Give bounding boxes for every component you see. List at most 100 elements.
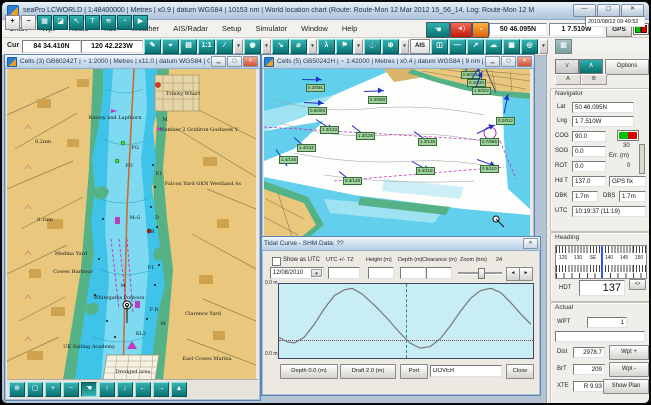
chart-nav-button[interactable]: +	[45, 382, 61, 397]
toolbar-button[interactable]: ⚓	[364, 39, 381, 54]
panel-expand-button[interactable]: ∧	[579, 59, 603, 74]
time-popup-button[interactable]: −	[21, 15, 36, 30]
toolbar-button[interactable]: ▾	[234, 39, 243, 54]
chart-maximize-button[interactable]: ▢	[227, 56, 242, 67]
toolbar-button[interactable]: ◎	[521, 39, 538, 54]
tide-prev-button[interactable]: ◄	[506, 267, 520, 281]
chart-canvas-portsmouth[interactable]: 0.3/091 0.4/088 0.6/093 1.3/123	[264, 69, 530, 243]
chart-canvas-cowes[interactable]: Trinity WharfRatsey and LapthornMNumber …	[7, 69, 256, 380]
tab-a[interactable]: A	[555, 74, 581, 85]
tidal-curve-title-bar[interactable]: Tidal Curve - SHM Data: ?? ✕	[262, 237, 540, 251]
panel-collapse-button[interactable]: ∨	[555, 59, 579, 74]
show-as-utc-checkbox[interactable]	[272, 257, 281, 266]
chart-label: F1	[148, 265, 155, 271]
chart-nav-button[interactable]: −	[63, 382, 79, 397]
port-button[interactable]: Port	[400, 364, 428, 379]
wpt-name-field[interactable]	[555, 331, 645, 342]
toolbar-button[interactable]: ▾	[308, 39, 317, 54]
chart-nav-button[interactable]: ▢	[27, 382, 43, 397]
chart-window-title-bar[interactable]: Cells (3) GB60242T | ~ 1:2000 | Metres |…	[5, 55, 260, 69]
tide-column-field[interactable]	[426, 267, 452, 279]
pan-mode-button[interactable]: ☚	[426, 22, 450, 38]
chart-nav-button[interactable]: ☚	[81, 382, 97, 397]
tide-column-field[interactable]	[328, 267, 360, 279]
chart-maximize-button[interactable]: ▢	[501, 56, 516, 67]
tide-column-label: UTC +/- TZ	[326, 257, 354, 263]
chevron-down-icon[interactable]: ▾	[311, 269, 322, 277]
toolbar-button[interactable]: ▾	[539, 39, 548, 54]
toolbar-button[interactable]: ∕	[216, 39, 233, 54]
chart-minimize-button[interactable]: ▁	[211, 56, 226, 67]
chart-close-button[interactable]: ✕	[517, 56, 532, 67]
menu-item[interactable]: Setup	[215, 24, 249, 33]
menu-item[interactable]: Help	[335, 24, 364, 33]
wpt-plus-button[interactable]: Wpt +	[609, 345, 649, 360]
time-popup-button[interactable]: T	[85, 15, 100, 30]
tide-column-field[interactable]	[368, 267, 394, 279]
menu-item[interactable]: Window	[294, 24, 335, 33]
port-name-input[interactable]	[430, 365, 502, 377]
toolbar-button[interactable]: ◉	[244, 39, 261, 54]
chart-nav-button[interactable]: →	[153, 382, 169, 397]
tidal-curve-close-button[interactable]: ✕	[523, 238, 538, 249]
tide-close-button[interactable]: Close	[506, 364, 534, 379]
chart-nav-button[interactable]: ⊕	[9, 382, 25, 397]
toolbar-button[interactable]: ▦	[555, 39, 572, 54]
time-popup-button[interactable]: ▦	[37, 15, 52, 30]
datetime-field[interactable]: 2010/08/12 09:49:52	[585, 16, 645, 27]
toolbar-button[interactable]: ▾	[354, 39, 363, 54]
toolbar-button[interactable]: ⚑	[336, 39, 353, 54]
slider-thumb[interactable]	[478, 268, 485, 279]
show-plan-button[interactable]: Show Plan	[603, 379, 649, 394]
toolbar-button[interactable]: —	[449, 39, 466, 54]
chart-nav-button[interactable]: ▲	[171, 382, 187, 397]
chart-nav-button[interactable]: ←	[135, 382, 151, 397]
chart-label: Number 2 Gridiron Goshawk Y	[160, 127, 238, 133]
toolbar-button[interactable]: AIS	[410, 39, 430, 54]
tide-next-button[interactable]: ►	[519, 267, 533, 281]
time-popup-button[interactable]: ↖	[69, 15, 84, 30]
toolbar-button[interactable]: ◫	[431, 39, 448, 54]
chart-nav-button[interactable]: ↓	[117, 382, 133, 397]
chart-window-title-bar[interactable]: Cells (5) GB50242H | ~ 1:42000 | Metres …	[262, 55, 534, 69]
toolbar-button[interactable]: ⌖	[162, 39, 179, 54]
options-button[interactable]: Options	[605, 59, 649, 75]
depth-button[interactable]: Depth 0.0 (m)	[280, 364, 338, 379]
time-popup-button[interactable]: +	[5, 15, 20, 30]
chart-window-icon	[7, 57, 17, 67]
toolbar-button[interactable]: λ	[318, 39, 335, 54]
seapro-main-window: seaPro LCWORLD | 1:48400000 | Metres | x…	[0, 0, 651, 405]
mute-alarm-button[interactable]: ◄)	[450, 22, 472, 38]
time-popup-button[interactable]: ◔	[117, 15, 132, 30]
toolbar-button[interactable]: ↗	[467, 39, 484, 54]
menu-item[interactable]: Simulator	[248, 24, 294, 33]
tide-date-select[interactable]: 12/08/2010 ▾	[270, 267, 324, 279]
toolbar-button[interactable]: ⊕	[382, 39, 399, 54]
tidal-curve-window: Tidal Curve - SHM Data: ?? ✕ Show as UTC…	[261, 236, 541, 396]
draft-button[interactable]: Draft 2.0 (m)	[340, 364, 396, 379]
tide-zoom-slider[interactable]	[458, 268, 502, 277]
chart-nav-button[interactable]: ↑	[99, 382, 115, 397]
time-popup-button[interactable]: ≋	[101, 15, 116, 30]
toolbar-button[interactable]: 1:1	[198, 39, 215, 54]
toolbar-button[interactable]: ☁	[485, 39, 502, 54]
toolbar-button[interactable]: ✎	[144, 39, 161, 54]
toolbar-button[interactable]: ▤	[180, 39, 197, 54]
chart-minimize-button[interactable]: ▁	[485, 56, 500, 67]
time-popup-button[interactable]: ◪	[53, 15, 68, 30]
menu-item[interactable]: AIS/Radar	[166, 24, 215, 33]
alarm-status-button[interactable]: ◔	[472, 22, 489, 38]
tab-b[interactable]: B	[581, 74, 607, 85]
chart-label: Dredged area	[116, 369, 151, 375]
wpt-minus-button[interactable]: Wpt -	[609, 362, 649, 377]
chart-close-button[interactable]: ✕	[243, 56, 258, 67]
toolbar-button[interactable]: ↘	[272, 39, 289, 54]
toolbar-button[interactable]: ▾	[400, 39, 409, 54]
tide-column-field[interactable]	[400, 267, 426, 279]
heading-adjust-button[interactable]: <>	[629, 279, 646, 290]
toolbar-button[interactable]: ⌀	[290, 39, 307, 54]
cursor-position-label: Cur	[7, 42, 19, 49]
toolbar-button[interactable]: ▾	[262, 39, 271, 54]
time-popup-button[interactable]: ▶	[133, 15, 148, 30]
toolbar-button[interactable]: ▣	[503, 39, 520, 54]
